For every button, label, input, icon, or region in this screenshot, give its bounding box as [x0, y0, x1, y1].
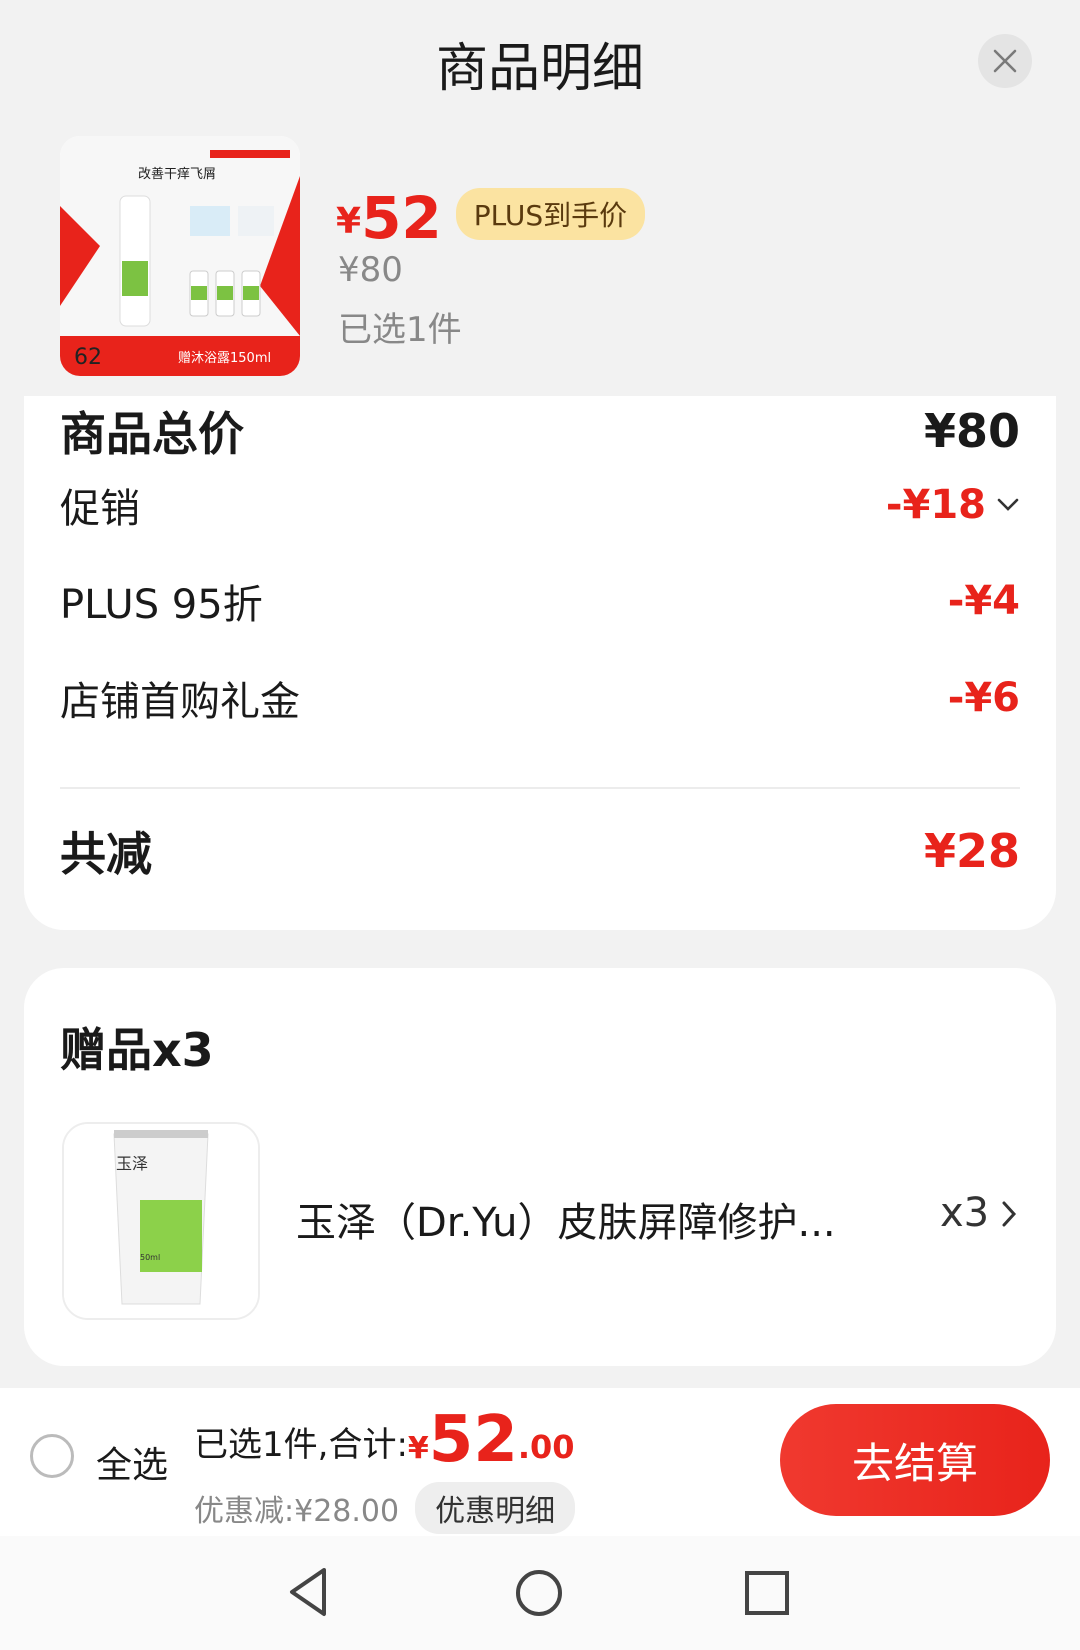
discount-text: 优惠减:¥28.00 [194, 1494, 400, 1529]
price-row: ¥ 52 PLUS到手价 [336, 178, 646, 252]
checkout-bar: 全选 已选1件,合计: ¥ 52 .00 优惠减:¥28.00 优惠明细 去结算 [0, 1388, 1080, 1536]
shop-gift-label: 店铺首购礼金 [60, 679, 300, 725]
product-detail-sheet: 商品明细 改善干痒飞屑 62 赠沐浴露150ml ¥ 52 PLUS到手价 ¥8… [0, 0, 1080, 1650]
image-label: 赠沐浴露150ml [178, 351, 271, 366]
gift-card: 赠品x3 玉泽 50ml 玉泽（Dr.Yu）皮肤屏障修护... x3 [24, 968, 1056, 1366]
plus-discount-label: PLUS 95折 [60, 582, 263, 628]
plus-discount-value: -¥4 [947, 578, 1020, 624]
saved-value: ¥28 [923, 824, 1020, 878]
divider [60, 787, 1020, 789]
checkout-button[interactable]: 去结算 [780, 1404, 1050, 1516]
final-price: 52 [361, 184, 442, 252]
product-image[interactable]: 改善干痒飞屑 62 赠沐浴露150ml [60, 136, 300, 376]
selected-count: 已选1件 [338, 310, 462, 350]
gift-title: 赠品x3 [60, 1023, 214, 1077]
price-summary-card: 商品总价 ¥80 促销 -¥18 PLUS 95折 -¥4 店铺首购礼金 -¥6… [24, 396, 1056, 930]
close-button[interactable] [978, 34, 1032, 88]
promo-label: 促销 [60, 486, 140, 532]
gift-quantity: x3 [940, 1190, 990, 1236]
chevron-down-icon[interactable] [996, 497, 1020, 513]
close-icon [993, 49, 1017, 73]
shop-gift-row: 店铺首购礼金 -¥6 [60, 663, 1020, 733]
total-decimal: .00 [517, 1428, 575, 1466]
plus-discount-row: PLUS 95折 -¥4 [60, 566, 1020, 636]
promo-value: -¥18 [885, 482, 986, 528]
nav-home-icon[interactable] [514, 1568, 564, 1618]
image-number: 62 [74, 345, 102, 370]
chevron-right-icon[interactable] [1000, 1200, 1018, 1228]
promo-row[interactable]: 促销 -¥18 [60, 470, 1020, 540]
system-nav-bar [0, 1536, 1080, 1650]
total-price-label: 商品总价 [60, 407, 244, 461]
select-all-radio[interactable] [30, 1434, 74, 1478]
total-price-value: ¥80 [923, 404, 1020, 458]
total-currency: ¥ [407, 1431, 429, 1466]
image-caption: 改善干痒飞屑 [138, 166, 216, 182]
nav-recent-icon[interactable] [744, 1570, 790, 1616]
select-all-label[interactable]: 全选 [96, 1436, 168, 1488]
total-line: 已选1件,合计: ¥ 52 .00 [194, 1402, 575, 1472]
saved-row: 共减 ¥28 [60, 816, 1020, 886]
gift-image[interactable]: 玉泽 50ml [62, 1122, 260, 1320]
shop-gift-value: -¥6 [947, 675, 1020, 721]
total-price-row: 商品总价 ¥80 [60, 396, 1020, 466]
sheet-title: 商品明细 [435, 39, 644, 99]
total-integer: 52 [428, 1403, 518, 1477]
original-price: ¥80 [338, 250, 403, 290]
discount-line: 优惠减:¥28.00 优惠明细 [194, 1482, 576, 1534]
tube-brand: 玉泽 [116, 1154, 148, 1173]
plus-price-badge: PLUS到手价 [455, 188, 646, 240]
saved-label: 共减 [60, 827, 152, 881]
total-prefix: 已选1件,合计: [194, 1425, 408, 1465]
nav-back-icon[interactable] [286, 1566, 330, 1618]
discount-detail-button[interactable]: 优惠明细 [415, 1482, 576, 1534]
tube-volume: 50ml [140, 1253, 160, 1262]
gift-name[interactable]: 玉泽（Dr.Yu）皮肤屏障修护... [296, 1190, 856, 1248]
price-currency: ¥ [336, 201, 362, 242]
